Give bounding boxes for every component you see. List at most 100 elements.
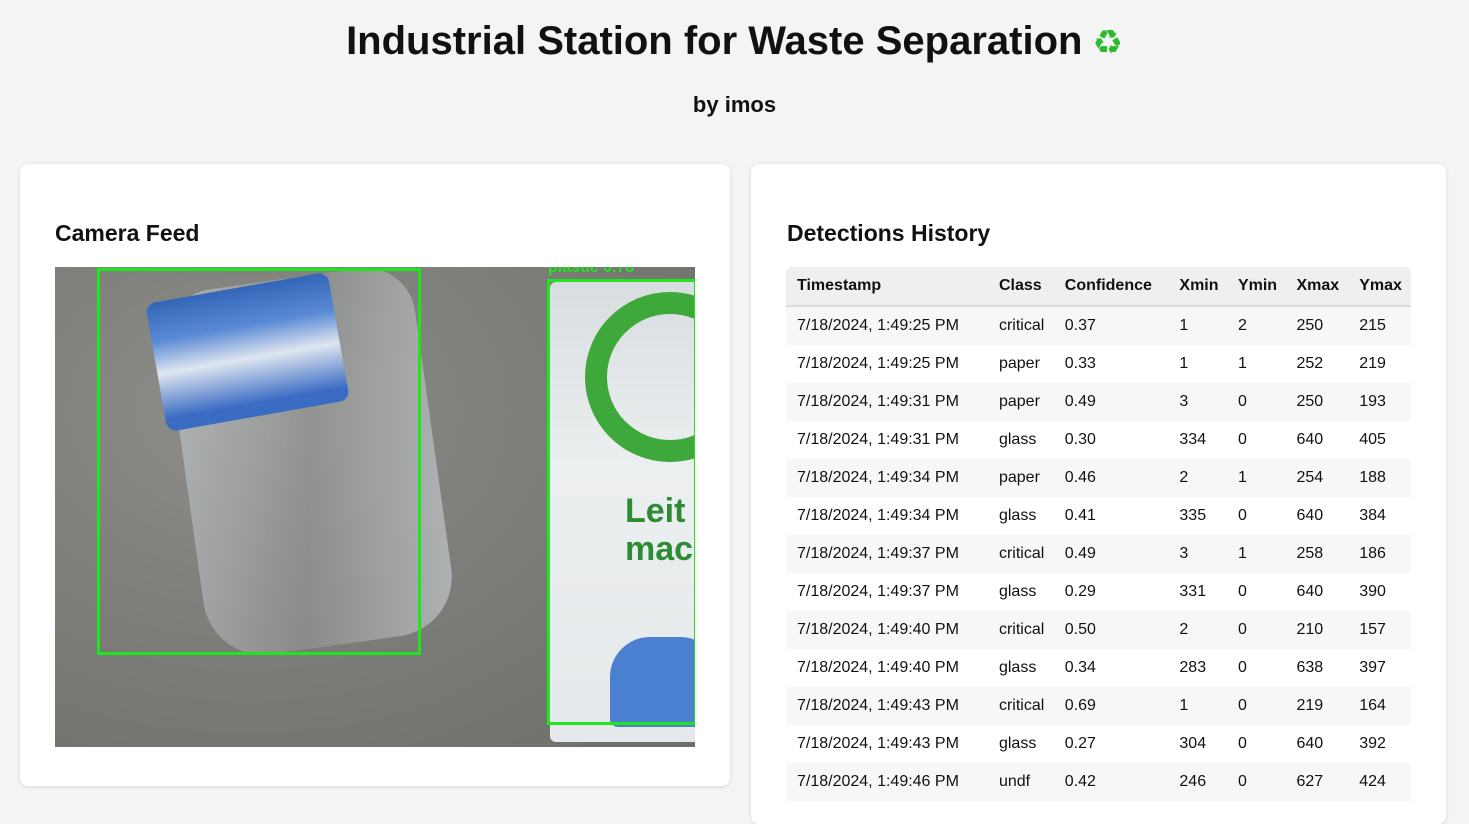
column-header-ymin: Ymin: [1226, 267, 1286, 307]
table-cell-ymax: 392: [1348, 725, 1411, 763]
camera-feed-card: Camera Feed Leit mac plastic 0.78: [20, 164, 730, 786]
table-row: 7/18/2024, 1:49:40 PM glass 0.34 283 0 638 397: [786, 649, 1411, 687]
table-cell-class: paper: [987, 459, 1054, 497]
table-cell-ymax: 215: [1348, 306, 1411, 345]
table-cell-class: glass: [987, 573, 1054, 611]
table-cell-ymin: 1: [1226, 459, 1286, 497]
table-cell-xmin: 331: [1168, 573, 1227, 611]
table-cell-timestamp: 7/18/2024, 1:49:34 PM: [786, 497, 988, 535]
table-cell-class: glass: [987, 725, 1054, 763]
table-cell-ymax: 157: [1348, 611, 1411, 649]
table-cell-ymax: 424: [1348, 763, 1411, 801]
table-cell-timestamp: 7/18/2024, 1:49:43 PM: [786, 687, 988, 725]
column-header-class: Class: [987, 267, 1054, 307]
table-row: 7/18/2024, 1:49:25 PM paper 0.33 1 1 252 219: [786, 345, 1411, 383]
table-cell-ymax: 405: [1348, 421, 1411, 459]
table-cell-class: paper: [987, 383, 1054, 421]
table-cell-class: critical: [987, 687, 1054, 725]
table-cell-timestamp: 7/18/2024, 1:49:37 PM: [786, 573, 988, 611]
table-cell-ymin: 0: [1226, 497, 1286, 535]
column-header-xmax: Xmax: [1285, 267, 1349, 307]
table-cell-ymax: 186: [1348, 535, 1411, 573]
table-cell-ymax: 219: [1348, 345, 1411, 383]
table-cell-xmin: 2: [1168, 611, 1227, 649]
recycle-icon: ♻: [1092, 23, 1123, 63]
table-cell-xmin: 334: [1168, 421, 1227, 459]
table-cell-ymin: 0: [1226, 763, 1286, 801]
table-cell-confidence: 0.33: [1053, 345, 1169, 383]
table-cell-xmax: 627: [1285, 763, 1349, 801]
table-cell-confidence: 0.49: [1053, 383, 1169, 421]
table-cell-confidence: 0.29: [1053, 573, 1169, 611]
table-cell-ymin: 0: [1226, 725, 1286, 763]
table-cell-class: glass: [987, 421, 1054, 459]
table-row: 7/18/2024, 1:49:46 PM undf 0.42 246 0 627 424: [786, 763, 1411, 801]
table-cell-xmax: 254: [1285, 459, 1349, 497]
table-row: 7/18/2024, 1:49:43 PM glass 0.27 304 0 640 392: [786, 725, 1411, 763]
page-subtitle: by imos: [692, 92, 777, 117]
table-cell-class: critical: [987, 611, 1054, 649]
table-cell-timestamp: 7/18/2024, 1:49:43 PM: [786, 725, 988, 763]
detections-table-container[interactable]: Timestamp Class Confidence Xmin Ymin Xmax Ymax…: [786, 267, 1411, 801]
table-cell-ymax: 164: [1348, 687, 1411, 725]
table-cell-xmin: 1: [1168, 306, 1227, 345]
table-cell-ymin: 0: [1226, 611, 1286, 649]
table-cell-class: undf: [987, 763, 1054, 801]
detection-box-label: plastic 0.78: [548, 267, 635, 276]
column-header-timestamp: Timestamp: [786, 267, 988, 307]
table-cell-xmin: 2: [1168, 459, 1227, 497]
table-cell-class: paper: [987, 345, 1054, 383]
table-cell-timestamp: 7/18/2024, 1:49:25 PM: [786, 345, 988, 383]
table-cell-confidence: 0.46: [1053, 459, 1169, 497]
table-cell-xmin: 1: [1168, 345, 1227, 383]
table-cell-class: critical: [987, 535, 1054, 573]
table-cell-timestamp: 7/18/2024, 1:49:31 PM: [786, 383, 988, 421]
table-cell-xmax: 640: [1285, 497, 1349, 535]
table-cell-ymax: 397: [1348, 649, 1411, 687]
detection-box: [547, 279, 695, 725]
table-cell-confidence: 0.30: [1053, 421, 1169, 459]
table-cell-xmax: 252: [1285, 345, 1349, 383]
table-cell-ymin: 0: [1226, 687, 1286, 725]
table-cell-ymin: 1: [1226, 535, 1286, 573]
table-header: Timestamp Class Confidence Xmin Ymin Xmax Ymax: [786, 267, 1411, 307]
table-cell-timestamp: 7/18/2024, 1:49:31 PM: [786, 421, 988, 459]
table-cell-ymax: 390: [1348, 573, 1411, 611]
table-row: 7/18/2024, 1:49:34 PM glass 0.41 335 0 640 384: [786, 497, 1411, 535]
table-cell-confidence: 0.69: [1053, 687, 1169, 725]
table-cell-xmax: 219: [1285, 687, 1349, 725]
camera-feed-image: Leit mac plastic 0.78: [55, 267, 695, 747]
page-title: Industrial Station for Waste Separation ♻: [0, 16, 1469, 68]
table-cell-xmin: 246: [1168, 763, 1227, 801]
table-cell-class: critical: [987, 306, 1054, 345]
table-cell-ymin: 0: [1226, 573, 1286, 611]
table-cell-timestamp: 7/18/2024, 1:49:40 PM: [786, 611, 988, 649]
table-cell-ymin: 0: [1226, 649, 1286, 687]
table-cell-xmin: 335: [1168, 497, 1227, 535]
table-cell-xmin: 3: [1168, 535, 1227, 573]
camera-feed-heading: Camera Feed: [55, 220, 200, 246]
table-cell-xmax: 258: [1285, 535, 1349, 573]
table-cell-timestamp: 7/18/2024, 1:49:46 PM: [786, 763, 988, 801]
table-row: 7/18/2024, 1:49:40 PM critical 0.50 2 0 210 15…: [786, 611, 1411, 649]
table-cell-ymax: 193: [1348, 383, 1411, 421]
table-cell-xmax: 250: [1285, 306, 1349, 345]
table-cell-ymin: 1: [1226, 345, 1286, 383]
detections-history-heading: Detections History: [787, 220, 991, 246]
table-cell-ymax: 384: [1348, 497, 1411, 535]
table-row: 7/18/2024, 1:49:43 PM critical 0.69 1 0 219 16…: [786, 687, 1411, 725]
table-cell-xmax: 640: [1285, 573, 1349, 611]
table-row: 7/18/2024, 1:49:37 PM glass 0.29 331 0 640 390: [786, 573, 1411, 611]
table-cell-xmax: 250: [1285, 383, 1349, 421]
table-cell-ymin: 0: [1226, 421, 1286, 459]
table-cell-confidence: 0.49: [1053, 535, 1169, 573]
table-cell-xmin: 304: [1168, 725, 1227, 763]
table-cell-confidence: 0.41: [1053, 497, 1169, 535]
column-header-ymax: Ymax: [1348, 267, 1411, 307]
table-cell-ymax: 188: [1348, 459, 1411, 497]
table-cell-xmax: 210: [1285, 611, 1349, 649]
table-cell-xmin: 283: [1168, 649, 1227, 687]
table-cell-class: glass: [987, 649, 1054, 687]
table-row: 7/18/2024, 1:49:31 PM glass 0.30 334 0 640 405: [786, 421, 1411, 459]
table-body: 7/18/2024, 1:49:25 PM critical 0.37 1 2 250 21…: [786, 306, 1411, 801]
